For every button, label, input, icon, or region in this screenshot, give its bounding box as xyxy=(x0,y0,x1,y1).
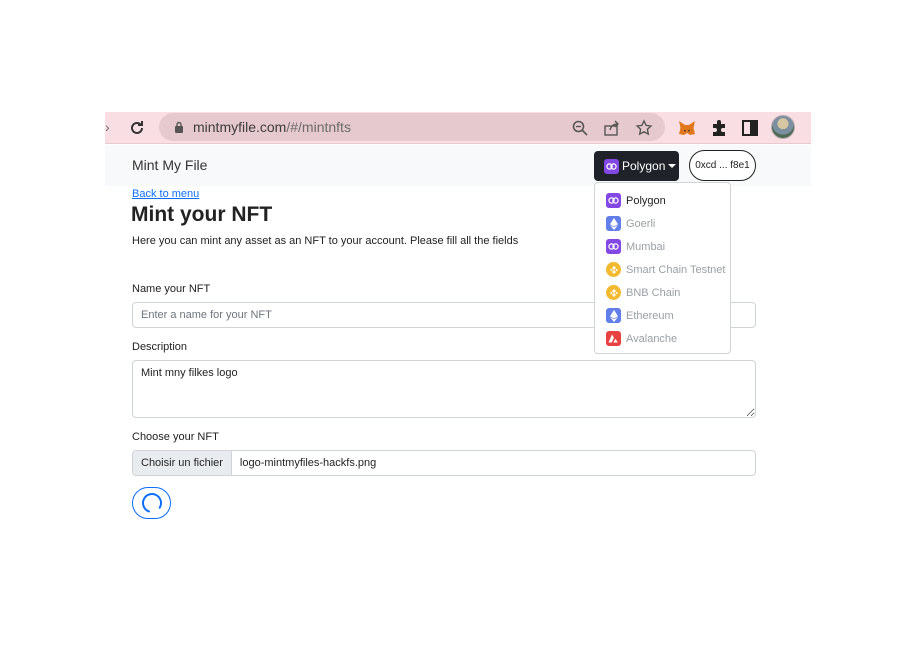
network-option-label: BNB Chain xyxy=(626,286,681,299)
url-path: /#/mintnfts xyxy=(286,119,351,135)
polygon-icon xyxy=(604,158,619,174)
name-label: Name your NFT xyxy=(132,283,211,295)
metamask-fox-icon[interactable] xyxy=(677,118,697,138)
app-navbar: Mint My File Polygon 0xcd ... f8e1 xyxy=(105,145,811,186)
network-option-goerli[interactable]: Goerli xyxy=(595,212,730,235)
network-option-label: Polygon xyxy=(626,194,666,207)
network-option-label: Ethereum xyxy=(626,309,674,322)
loading-spinner-icon xyxy=(141,493,162,513)
page-title: Mint your NFT xyxy=(131,203,273,226)
network-dropdown-menu: Polygon Goerli Mumbai Smart Chain Testne… xyxy=(594,182,731,354)
avalanche-icon xyxy=(606,331,621,346)
description-textarea[interactable]: Mint mny filkes logo xyxy=(132,360,756,418)
lock-icon xyxy=(175,121,183,133)
polygon-icon xyxy=(606,193,621,208)
file-input[interactable]: Choisir un fichier logo-mintmyfiles-hack… xyxy=(132,450,756,476)
network-option-ethereum[interactable]: Ethereum xyxy=(595,304,730,327)
side-panel-icon[interactable] xyxy=(740,118,760,138)
network-button-label: Polygon xyxy=(622,159,666,173)
browser-toolbar: › mintmyfile.com/#/mintnfts xyxy=(105,112,811,144)
network-dropdown-button[interactable]: Polygon xyxy=(594,151,679,181)
brand-link[interactable]: Mint My File xyxy=(132,157,207,173)
network-option-label: Mumbai xyxy=(626,240,666,253)
zoom-icon[interactable] xyxy=(571,119,589,137)
url-text: mintmyfile.com/#/mintnfts xyxy=(193,119,351,135)
mint-loading-button[interactable] xyxy=(132,487,171,519)
polygon-icon xyxy=(606,239,621,254)
network-option-smart-chain-testnet[interactable]: Smart Chain Testnet xyxy=(595,258,730,281)
choose-file-button[interactable]: Choisir un fichier xyxy=(133,451,232,475)
selected-file-name: logo-mintmyfiles-hackfs.png xyxy=(239,457,377,469)
ethereum-icon xyxy=(606,216,621,231)
reload-icon[interactable] xyxy=(127,118,147,138)
url-domain: mintmyfile.com xyxy=(193,119,287,135)
network-option-label: Smart Chain Testnet xyxy=(626,263,726,276)
network-option-polygon[interactable]: Polygon xyxy=(595,189,730,212)
bnb-icon xyxy=(606,285,621,300)
network-option-avalanche[interactable]: Avalanche xyxy=(595,327,730,350)
address-bar[interactable]: mintmyfile.com/#/mintnfts xyxy=(159,113,665,141)
share-icon[interactable] xyxy=(603,119,621,137)
description-label: Description xyxy=(132,341,188,353)
wallet-account-button[interactable]: 0xcd ... f8e1 xyxy=(689,150,756,181)
bnb-icon xyxy=(606,262,621,277)
extensions-puzzle-icon[interactable] xyxy=(709,118,729,138)
caret-down-icon xyxy=(668,164,677,168)
bookmark-star-icon[interactable] xyxy=(635,119,653,137)
back-to-menu-link[interactable]: Back to menu xyxy=(132,188,199,200)
network-option-mumbai[interactable]: Mumbai xyxy=(595,235,730,258)
network-option-label: Goerli xyxy=(626,217,656,230)
page-subtitle: Here you can mint any asset as an NFT to… xyxy=(132,235,519,247)
network-option-label: Avalanche xyxy=(626,332,678,345)
ethereum-icon xyxy=(606,308,621,323)
file-label: Choose your NFT xyxy=(132,431,219,443)
network-option-bnb-chain[interactable]: BNB Chain xyxy=(595,281,730,304)
forward-arrow-icon[interactable]: › xyxy=(105,119,113,135)
profile-avatar[interactable] xyxy=(771,115,795,139)
